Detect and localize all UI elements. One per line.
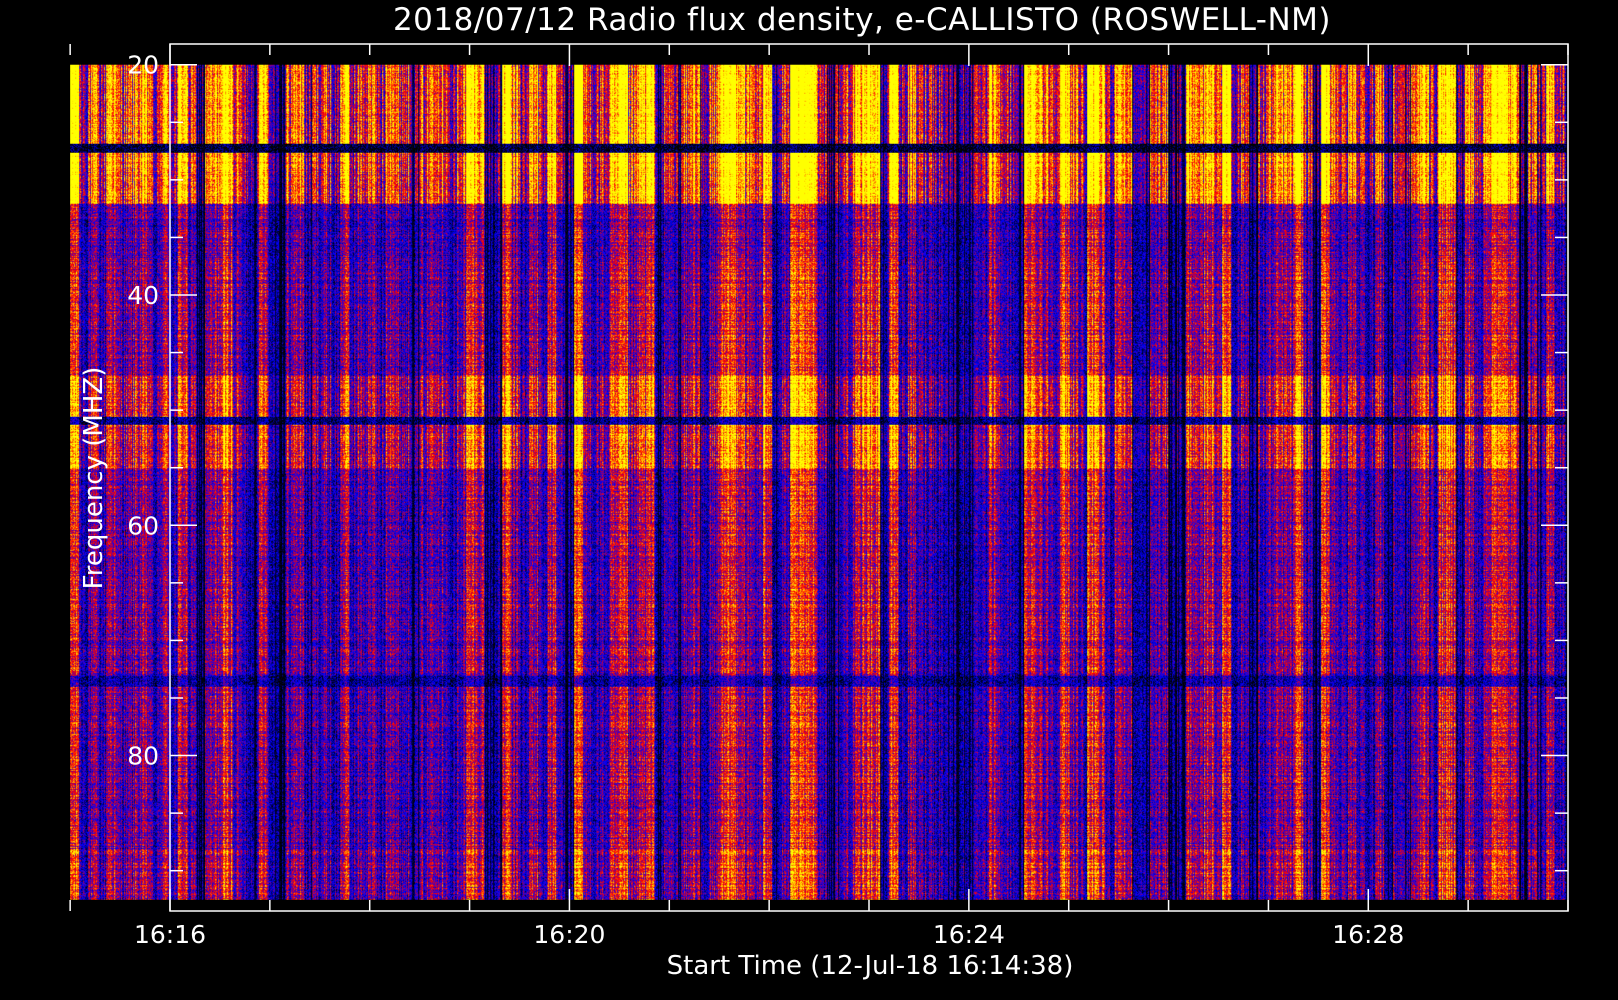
y-tick-label: 20 [127,51,159,80]
spectrogram-heatmap [70,64,1569,900]
y-axis-label: Frequency (MHZ) [79,367,109,590]
y-tick-label: 60 [127,511,159,540]
x-axis-label: Start Time (12-Jul-18 16:14:38) [667,951,1074,981]
y-tick-label: 80 [127,742,159,771]
x-tick-label: 16:20 [533,920,605,949]
x-tick-label: 16:16 [134,920,206,949]
y-tick-label: 40 [127,281,159,310]
x-tick-label: 16:28 [1332,920,1404,949]
spectrogram-chart: 2018/07/12 Radio flux density, e-CALLIST… [0,0,1618,1000]
spectrogram-image [70,64,1569,900]
chart-title: 2018/07/12 Radio flux density, e-CALLIST… [393,2,1331,38]
x-tick-label: 16:24 [933,920,1005,949]
